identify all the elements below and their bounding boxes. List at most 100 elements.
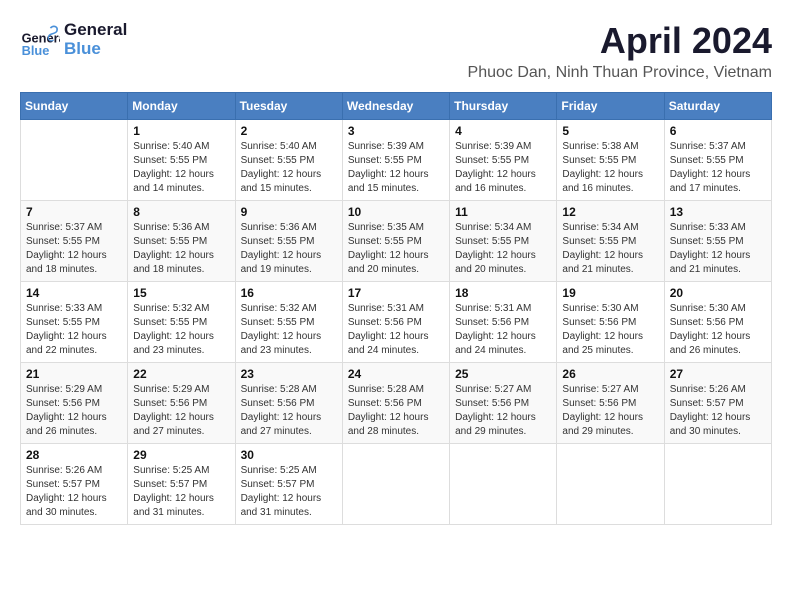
calendar-cell: 30 Sunrise: 5:25 AM Sunset: 5:57 PM Dayli…	[235, 444, 342, 525]
day-info: Sunrise: 5:40 AM Sunset: 5:55 PM Dayligh…	[133, 140, 229, 196]
day-number: 6	[670, 124, 766, 138]
calendar-week-row: 7 Sunrise: 5:37 AM Sunset: 5:55 PM Daylig…	[21, 201, 772, 282]
day-info: Sunrise: 5:38 AM Sunset: 5:55 PM Dayligh…	[562, 140, 658, 196]
day-info: Sunrise: 5:40 AM Sunset: 5:55 PM Dayligh…	[241, 140, 337, 196]
calendar-week-row: 1 Sunrise: 5:40 AM Sunset: 5:55 PM Daylig…	[21, 120, 772, 201]
logo-blue: Blue	[64, 40, 127, 59]
day-info: Sunrise: 5:36 AM Sunset: 5:55 PM Dayligh…	[241, 221, 337, 277]
calendar-cell: 12 Sunrise: 5:34 AM Sunset: 5:55 PM Dayli…	[557, 201, 664, 282]
title-section: April 2024 Phuoc Dan, Ninh Thuan Provinc…	[468, 20, 772, 82]
calendar-cell: 16Sunrise: 5:32 AM Sunset: 5:55 PM Dayli…	[235, 282, 342, 363]
weekday-header: Monday	[128, 93, 235, 120]
day-number: 21	[26, 367, 122, 381]
day-info: Sunrise: 5:26 AM Sunset: 5:57 PM Dayligh…	[26, 464, 122, 520]
day-info: Sunrise: 5:26 AM Sunset: 5:57 PM Dayligh…	[670, 383, 766, 439]
logo-text-container: General Blue	[64, 21, 127, 58]
calendar-cell: 4 Sunrise: 5:39 AM Sunset: 5:55 PM Daylig…	[450, 120, 557, 201]
day-info: Sunrise: 5:37 AM Sunset: 5:55 PM Dayligh…	[26, 221, 122, 277]
calendar-cell: 13 Sunrise: 5:33 AM Sunset: 5:55 PM Dayli…	[664, 201, 771, 282]
calendar-cell: 22Sunrise: 5:29 AM Sunset: 5:56 PM Dayli…	[128, 363, 235, 444]
day-info: Sunrise: 5:29 AM Sunset: 5:56 PM Dayligh…	[26, 383, 122, 439]
calendar-cell: 23Sunrise: 5:28 AM Sunset: 5:56 PM Dayli…	[235, 363, 342, 444]
logo: General Blue General Blue	[20, 20, 127, 60]
day-info: Sunrise: 5:28 AM Sunset: 5:56 PM Dayligh…	[348, 383, 444, 439]
day-info: Sunrise: 5:39 AM Sunset: 5:55 PM Dayligh…	[348, 140, 444, 196]
day-number: 5	[562, 124, 658, 138]
calendar-week-row: 14 Sunrise: 5:33 AM Sunset: 5:55 PM Dayli…	[21, 282, 772, 363]
day-info: Sunrise: 5:32 AM Sunset: 5:55 PM Dayligh…	[241, 302, 337, 358]
day-number: 12	[562, 205, 658, 219]
calendar-cell	[342, 444, 449, 525]
logo-general: General	[64, 21, 127, 40]
day-info: Sunrise: 5:37 AM Sunset: 5:55 PM Dayligh…	[670, 140, 766, 196]
weekday-header: Friday	[557, 93, 664, 120]
calendar-cell: 14 Sunrise: 5:33 AM Sunset: 5:55 PM Dayli…	[21, 282, 128, 363]
day-number: 9	[241, 205, 337, 219]
calendar-subtitle: Phuoc Dan, Ninh Thuan Province, Vietnam	[468, 64, 772, 82]
day-number: 3	[348, 124, 444, 138]
calendar-cell: 26Sunrise: 5:27 AM Sunset: 5:56 PM Dayli…	[557, 363, 664, 444]
calendar-cell	[450, 444, 557, 525]
weekday-header-row: SundayMondayTuesdayWednesdayThursdayFrid…	[21, 93, 772, 120]
day-info: Sunrise: 5:27 AM Sunset: 5:56 PM Dayligh…	[455, 383, 551, 439]
calendar-cell	[557, 444, 664, 525]
calendar-cell: 18Sunrise: 5:31 AM Sunset: 5:56 PM Dayli…	[450, 282, 557, 363]
day-number: 18	[455, 286, 551, 300]
calendar-week-row: 21 Sunrise: 5:29 AM Sunset: 5:56 PM Dayli…	[21, 363, 772, 444]
calendar-cell: 8 Sunrise: 5:36 AM Sunset: 5:55 PM Daylig…	[128, 201, 235, 282]
calendar-cell: 7 Sunrise: 5:37 AM Sunset: 5:55 PM Daylig…	[21, 201, 128, 282]
day-number: 14	[26, 286, 122, 300]
calendar-cell: 15Sunrise: 5:32 AM Sunset: 5:55 PM Dayli…	[128, 282, 235, 363]
calendar-cell: 17 Sunrise: 5:31 AM Sunset: 5:56 PM Dayli…	[342, 282, 449, 363]
day-number: 19	[562, 286, 658, 300]
day-info: Sunrise: 5:34 AM Sunset: 5:55 PM Dayligh…	[562, 221, 658, 277]
calendar-title: April 2024	[468, 20, 772, 62]
day-info: Sunrise: 5:31 AM Sunset: 5:56 PM Dayligh…	[348, 302, 444, 358]
day-number: 8	[133, 205, 229, 219]
weekday-header: Tuesday	[235, 93, 342, 120]
calendar-table: SundayMondayTuesdayWednesdayThursdayFrid…	[20, 92, 772, 525]
day-info: Sunrise: 5:39 AM Sunset: 5:55 PM Dayligh…	[455, 140, 551, 196]
day-number: 23	[241, 367, 337, 381]
day-info: Sunrise: 5:36 AM Sunset: 5:55 PM Dayligh…	[133, 221, 229, 277]
calendar-cell: 11Sunrise: 5:34 AM Sunset: 5:55 PM Dayli…	[450, 201, 557, 282]
day-number: 17	[348, 286, 444, 300]
day-number: 1	[133, 124, 229, 138]
day-number: 30	[241, 448, 337, 462]
calendar-cell: 29Sunrise: 5:25 AM Sunset: 5:57 PM Dayli…	[128, 444, 235, 525]
day-info: Sunrise: 5:30 AM Sunset: 5:56 PM Dayligh…	[562, 302, 658, 358]
calendar-cell: 3 Sunrise: 5:39 AM Sunset: 5:55 PM Daylig…	[342, 120, 449, 201]
weekday-header: Wednesday	[342, 93, 449, 120]
svg-text:Blue: Blue	[22, 43, 50, 58]
day-number: 24	[348, 367, 444, 381]
day-number: 4	[455, 124, 551, 138]
calendar-cell: 28 Sunrise: 5:26 AM Sunset: 5:57 PM Dayli…	[21, 444, 128, 525]
day-info: Sunrise: 5:33 AM Sunset: 5:55 PM Dayligh…	[670, 221, 766, 277]
day-number: 13	[670, 205, 766, 219]
day-info: Sunrise: 5:33 AM Sunset: 5:55 PM Dayligh…	[26, 302, 122, 358]
day-number: 15	[133, 286, 229, 300]
day-number: 27	[670, 367, 766, 381]
calendar-cell	[664, 444, 771, 525]
calendar-cell: 20 Sunrise: 5:30 AM Sunset: 5:56 PM Dayli…	[664, 282, 771, 363]
calendar-cell: 5 Sunrise: 5:38 AM Sunset: 5:55 PM Daylig…	[557, 120, 664, 201]
calendar-cell: 9 Sunrise: 5:36 AM Sunset: 5:55 PM Daylig…	[235, 201, 342, 282]
day-info: Sunrise: 5:25 AM Sunset: 5:57 PM Dayligh…	[241, 464, 337, 520]
calendar-cell: 10 Sunrise: 5:35 AM Sunset: 5:55 PM Dayli…	[342, 201, 449, 282]
day-info: Sunrise: 5:29 AM Sunset: 5:56 PM Dayligh…	[133, 383, 229, 439]
weekday-header: Thursday	[450, 93, 557, 120]
calendar-cell	[21, 120, 128, 201]
logo-icon: General Blue	[20, 20, 60, 60]
page-header: General Blue General Blue April 2024 Phu…	[20, 20, 772, 82]
day-info: Sunrise: 5:30 AM Sunset: 5:56 PM Dayligh…	[670, 302, 766, 358]
day-number: 28	[26, 448, 122, 462]
day-number: 20	[670, 286, 766, 300]
weekday-header: Saturday	[664, 93, 771, 120]
calendar-cell: 1 Sunrise: 5:40 AM Sunset: 5:55 PM Daylig…	[128, 120, 235, 201]
day-number: 7	[26, 205, 122, 219]
day-number: 10	[348, 205, 444, 219]
day-info: Sunrise: 5:35 AM Sunset: 5:55 PM Dayligh…	[348, 221, 444, 277]
day-info: Sunrise: 5:25 AM Sunset: 5:57 PM Dayligh…	[133, 464, 229, 520]
calendar-cell: 6 Sunrise: 5:37 AM Sunset: 5:55 PM Daylig…	[664, 120, 771, 201]
calendar-cell: 24 Sunrise: 5:28 AM Sunset: 5:56 PM Dayli…	[342, 363, 449, 444]
